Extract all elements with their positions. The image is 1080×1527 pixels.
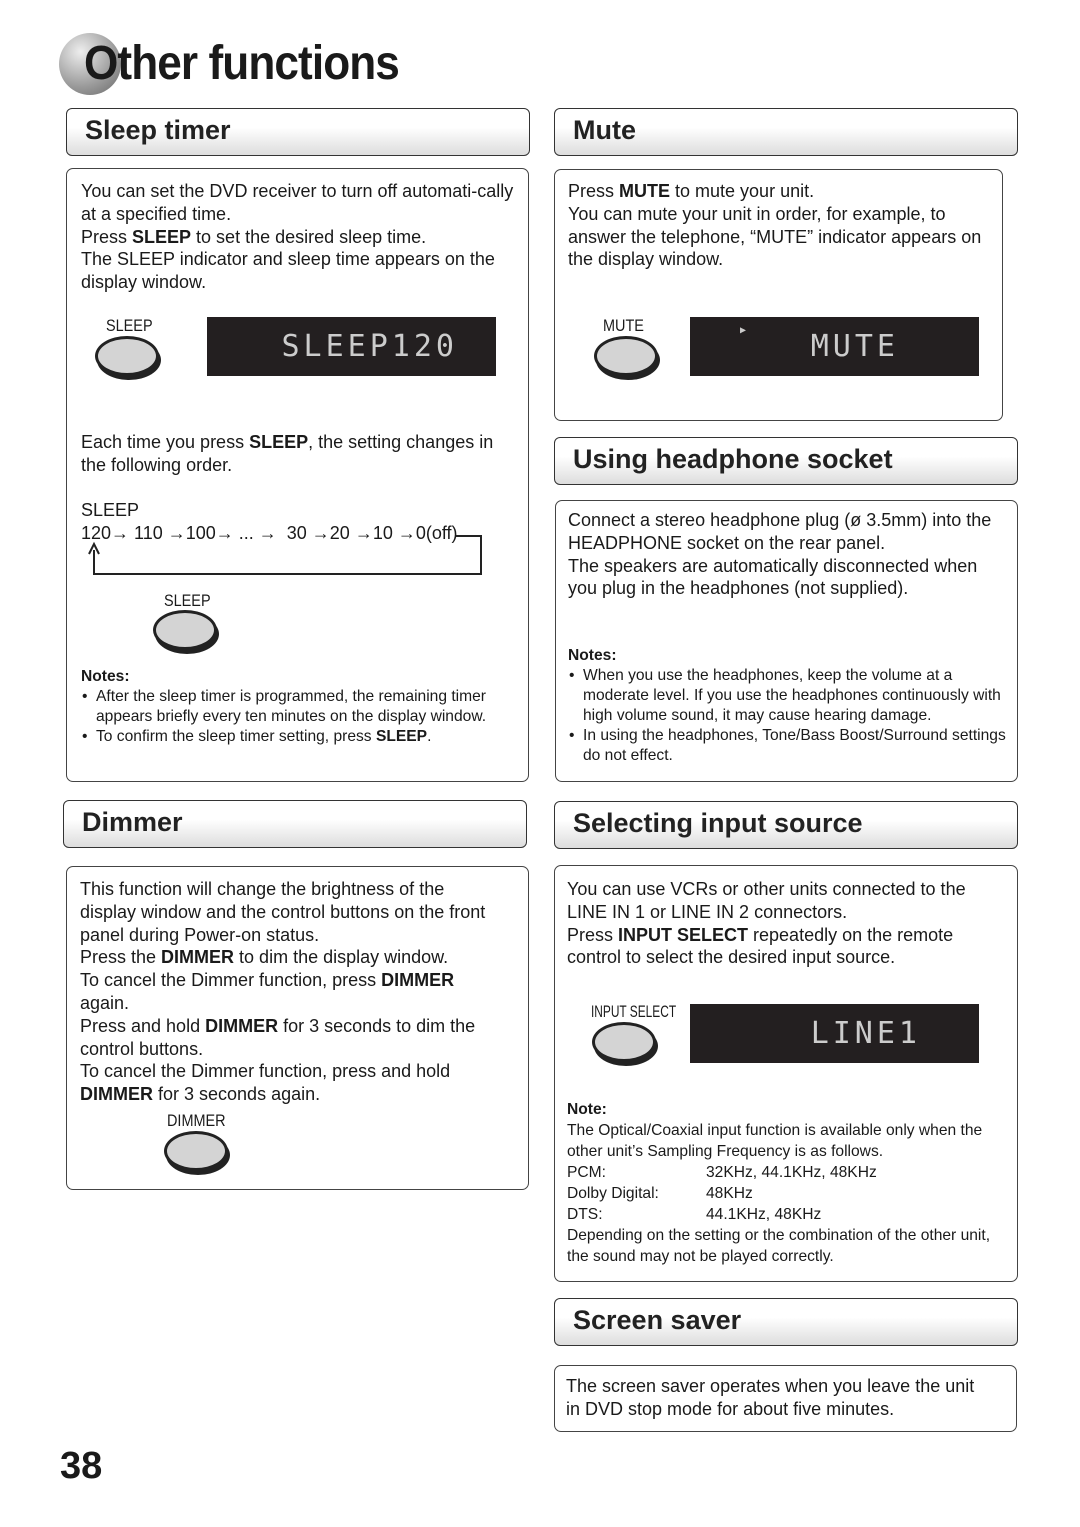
- mute-text: Press MUTE to mute your unit. You can mu…: [568, 181, 982, 270]
- input-text: You can use VCRs or other units connecte…: [567, 879, 966, 968]
- mute-button-label: MUTE: [603, 316, 644, 335]
- headphone-header: Using headphone socket: [554, 437, 1018, 485]
- screen-saver-header: Screen saver: [554, 1298, 1018, 1346]
- sleep-seq-label: SLEEP: [81, 500, 140, 520]
- sampling-table: PCM: 32KHz, 44.1KHz, 48KHz Dolby Digital:…: [567, 1162, 877, 1225]
- mute-button[interactable]: [594, 336, 658, 376]
- mute-display: ▶ MUTE: [690, 317, 979, 376]
- sleep-timer-header: Sleep timer: [66, 108, 530, 156]
- dimmer-header: Dimmer: [63, 800, 527, 848]
- sleep-button-label-2: SLEEP: [164, 591, 211, 610]
- mute-header: Mute: [554, 108, 1018, 156]
- sleep-button-2[interactable]: [153, 610, 217, 650]
- sleep-notes: Notes: After the sleep timer is programm…: [81, 667, 511, 747]
- sleep-button-label: SLEEP: [106, 316, 153, 335]
- table-row: PCM: 32KHz, 44.1KHz, 48KHz: [567, 1164, 877, 1181]
- headphone-notes: Notes: When you use the headphones, keep…: [568, 646, 1008, 766]
- play-indicator-icon: ▶: [740, 325, 751, 336]
- loop-arrow-icon: [88, 535, 482, 575]
- dimmer-button-label: DIMMER: [167, 1111, 226, 1130]
- input-select-button[interactable]: [592, 1022, 656, 1062]
- input-display: LINE1: [690, 1004, 979, 1063]
- sleep-button[interactable]: [95, 336, 159, 376]
- dimmer-button[interactable]: [164, 1131, 228, 1171]
- input-select-button-label: INPUT SELECT: [591, 1002, 677, 1021]
- sleep-display: SLEEP120: [207, 317, 496, 376]
- table-row: Dolby Digital: 48KHz: [567, 1185, 753, 1202]
- input-source-header: Selecting input source: [554, 801, 1018, 849]
- page-number: 38: [60, 1445, 103, 1487]
- sleep-order-text: Each time you press SLEEP, the setting c…: [81, 432, 494, 475]
- page-title: Other functions: [84, 37, 400, 90]
- screen-saver-text: The screen saver operates when you leave…: [566, 1376, 975, 1419]
- dimmer-text: This function will change the brightness…: [80, 879, 486, 1105]
- input-note: Note: The Optical/Coaxial input function…: [567, 1101, 991, 1265]
- headphone-text: Connect a stereo headphone plug (ø 3.5mm…: [568, 510, 992, 599]
- sleep-intro: You can set the DVD receiver to turn off…: [81, 181, 514, 293]
- table-row: DTS: 44.1KHz, 48KHz: [567, 1206, 822, 1223]
